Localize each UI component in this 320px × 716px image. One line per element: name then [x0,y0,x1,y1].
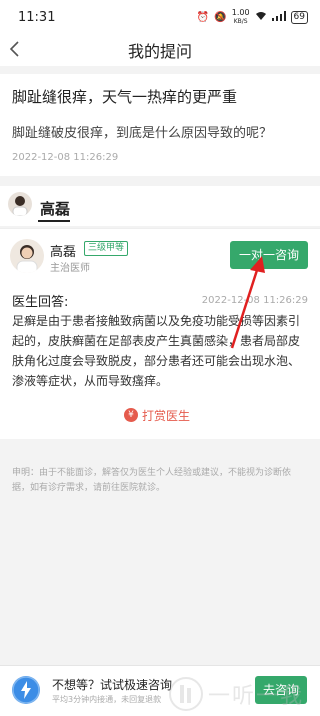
doctor-avatar[interactable] [10,239,44,273]
disclaimer: 申明：由于不能面诊，解答仅为医生个人经验或建议，不能视为诊断依据，如有诊疗需求，… [12,468,292,493]
status-bar: 11:31 ⏰ 🔕 1.00 KB/S 69 [0,0,320,34]
question-title: 脚趾缝很痒，天气一热痒的更严重 [12,88,238,106]
fast-consult-title: 不想等？试试极速咨询 [52,678,173,692]
fast-consult-subtitle: 平均3分钟内接通，未回复退款 [52,695,162,704]
alarm-icon: ⏰ [196,12,210,23]
battery-icon: 69 [290,11,308,24]
doctor-tab[interactable]: 高磊 [0,186,320,226]
tip-doctor-label: 打赏医生 [142,408,191,423]
net-speed: 1.00 KB/S [231,8,250,26]
yen-icon: ¥ [124,408,138,422]
page-title: 我的提问 [127,42,192,61]
question-card: 脚趾缝很痒，天气一热痒的更严重 脚趾缝破皮很痒，到底是什么原因导致的呢？ 202… [0,74,320,176]
hospital-level-badge: 三级甲等 [84,241,129,256]
mute-icon: 🔕 [214,12,227,23]
reply-time: 2022-12-08 11:26:29 [201,295,308,306]
one-on-one-consult-button[interactable]: 一对一咨询 [230,241,308,269]
doctor-name: 高磊 [50,245,77,260]
question-time: 2022-12-08 11:26:29 [12,152,119,163]
answer-card: 高磊 三级甲等 主治医师 一对一咨询 医生回答: 2022-12-08 11:2… [0,228,320,439]
doctor-title: 主治医师 [50,263,90,274]
wifi-icon [255,11,267,24]
status-time: 11:31 [18,10,56,25]
nav-bar: 我的提问 [0,34,320,66]
watermark-logo: 一听一我 [168,676,318,712]
lightning-icon [12,676,40,704]
doctor-tab-name: 高磊 [40,200,71,218]
tip-doctor-button[interactable]: ¥ 打赏医生 [124,406,190,424]
reply-text: 足癣是由于患者接触致病菌以及免疫功能受损等因素引起的，皮肤癣菌在足部表皮产生真菌… [12,314,301,388]
avatar [8,192,32,216]
reply-label: 医生回答: [12,295,69,310]
signal-icon [271,11,286,24]
status-icons: ⏰ 🔕 1.00 KB/S 69 [197,9,308,26]
question-description: 脚趾缝破皮很痒，到底是什么原因导致的呢？ [12,126,273,141]
tab-underline [38,220,70,222]
